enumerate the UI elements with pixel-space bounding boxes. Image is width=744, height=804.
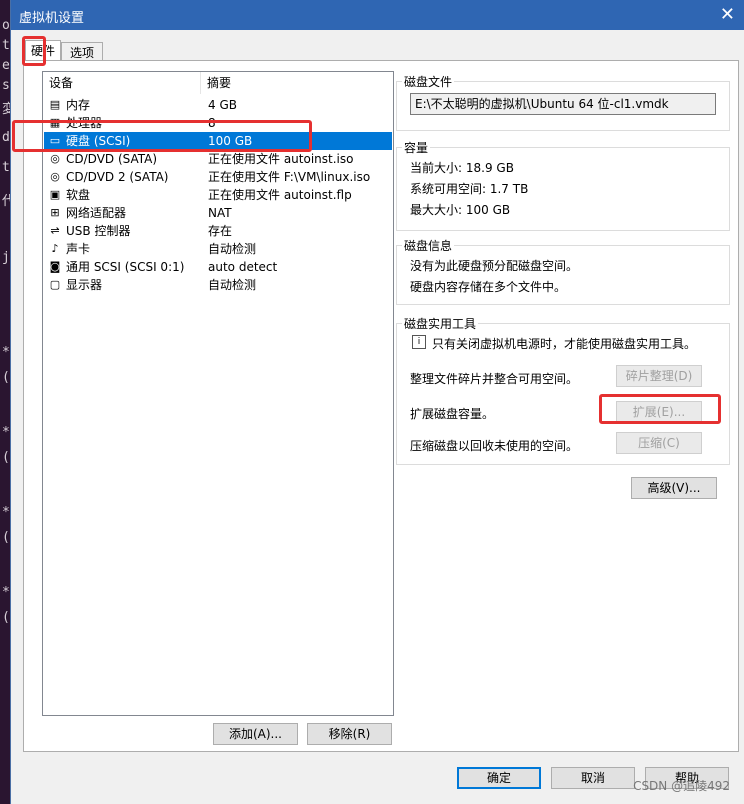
defrag-button[interactable]: 碎片整理(D) (616, 365, 702, 387)
ok-button[interactable]: 确定 (457, 767, 541, 789)
device-name: 网络适配器 (66, 206, 127, 220)
device-row[interactable]: ◎ CD/DVD 2 (SATA) 正在使用文件 F:\VM\linux.iso (44, 168, 392, 186)
terminal-char: t (2, 38, 10, 53)
terminal-char: * (2, 425, 10, 440)
terminal-char: ( (2, 610, 10, 625)
disk-info-line1: 没有为此硬盘预分配磁盘空间。 (410, 259, 579, 273)
terminal-char: ( (2, 530, 10, 545)
column-header-device[interactable]: 设备 (43, 72, 201, 94)
disk-info-line2: 硬盘内容存储在多个文件中。 (410, 280, 567, 294)
compact-button[interactable]: 压缩(C) (616, 432, 702, 454)
device-row[interactable]: ◎ CD/DVD (SATA) 正在使用文件 autoinst.iso (44, 150, 392, 168)
terminal-char: e (2, 58, 10, 73)
device-summary: 自动检测 (208, 242, 257, 256)
terminal-char: d (2, 130, 10, 145)
floppy-icon: ▣ (49, 188, 61, 201)
close-icon[interactable]: ✕ (720, 4, 735, 25)
disk-file-title: 磁盘文件 (402, 73, 455, 90)
device-summary: 正在使用文件 autoinst.flp (208, 188, 352, 202)
sound-card-icon: ♪ (51, 242, 59, 255)
terminal-char: * (2, 585, 10, 600)
device-row[interactable]: ▣ 软盘 正在使用文件 autoinst.flp (44, 186, 392, 204)
network-adapter-icon: ⊞ (50, 206, 60, 219)
current-size-text: 当前大小: 18.9 GB (410, 161, 514, 175)
capacity-title: 容量 (402, 139, 431, 156)
terminal-char: o (2, 18, 10, 33)
terminal-char: * (2, 345, 10, 360)
device-summary: NAT (208, 206, 232, 220)
title-bar[interactable]: 虚拟机设置 ✕ (11, 0, 744, 30)
terminal-char: t (2, 160, 10, 175)
annotation-box-hard-disk (12, 120, 312, 152)
device-summary: 存在 (208, 224, 233, 238)
display-icon: ▢ (49, 278, 61, 291)
device-row[interactable]: ▤ 内存 4 GB (44, 96, 392, 114)
cancel-button[interactable]: 取消 (551, 767, 635, 789)
watermark: CSDN @追陵492 (633, 779, 730, 793)
terminal-char: ( (2, 370, 10, 385)
dialog-title: 虚拟机设置 (19, 11, 85, 26)
terminal-char: * (2, 505, 10, 520)
disk-info-title: 磁盘信息 (402, 237, 455, 254)
disk-utilities-title: 磁盘实用工具 (402, 315, 479, 332)
memory-icon: ▤ (49, 98, 61, 111)
max-size-text: 最大大小: 100 GB (410, 203, 511, 217)
usb-controller-icon: ⇌ (50, 224, 60, 237)
device-name: CD/DVD (SATA) (66, 152, 158, 166)
device-summary: auto detect (208, 260, 278, 274)
device-row[interactable]: ◙ 通用 SCSI (SCSI 0:1) auto detect (44, 258, 392, 276)
terminal-char: s (2, 78, 10, 93)
device-row[interactable]: ▢ 显示器 自动检测 (44, 276, 392, 294)
annotation-box-hardware-tab (22, 36, 46, 66)
defrag-label: 整理文件碎片并整合可用空间。 (410, 372, 579, 386)
device-row[interactable]: ⊞ 网络适配器 NAT (44, 204, 392, 222)
advanced-button[interactable]: 高级(V)... (631, 477, 717, 499)
disk-info-group (396, 245, 730, 305)
column-header-summary[interactable]: 摘要 (201, 72, 393, 94)
device-name: 声卡 (66, 242, 91, 256)
device-row[interactable]: ♪ 声卡 自动检测 (44, 240, 392, 258)
device-summary: 正在使用文件 autoinst.iso (208, 152, 354, 166)
remove-button[interactable]: 移除(R) (307, 723, 392, 745)
device-summary: 自动检测 (208, 278, 257, 292)
device-name: CD/DVD 2 (SATA) (66, 170, 169, 184)
annotation-box-expand (599, 394, 721, 424)
info-icon: i (412, 335, 426, 349)
device-name: 内存 (66, 98, 91, 112)
terminal-char: ( (2, 450, 10, 465)
device-name: USB 控制器 (66, 224, 131, 238)
device-summary: 4 GB (208, 98, 237, 112)
device-row[interactable]: ⇌ USB 控制器 存在 (44, 222, 392, 240)
add-button[interactable]: 添加(A)... (213, 723, 298, 745)
disk-file-path-field[interactable]: E:\不太聪明的虚拟机\Ubuntu 64 位-cl1.vmdk (410, 93, 716, 115)
terminal-char: j (2, 250, 10, 265)
compact-label: 压缩磁盘以回收未使用的空间。 (410, 439, 579, 453)
available-space-text: 系统可用空间: 1.7 TB (410, 182, 529, 196)
device-name: 软盘 (66, 188, 91, 202)
cd-dvd-icon: ◎ (50, 170, 60, 183)
device-summary: 正在使用文件 F:\VM\linux.iso (208, 170, 371, 184)
utilities-note: 只有关闭虚拟机电源时，才能使用磁盘实用工具。 (432, 337, 697, 351)
device-name: 通用 SCSI (SCSI 0:1) (66, 260, 185, 274)
expand-label: 扩展磁盘容量。 (410, 407, 495, 421)
cd-dvd-icon: ◎ (50, 152, 60, 165)
device-list[interactable]: 设备 摘要 ▤ 内存 4 GB ▦ 处理器 8 ▭ 硬盘 (SCSI) 100 GB ◎ CD/DV… (42, 71, 394, 716)
scsi-icon: ◙ (49, 260, 61, 273)
device-name: 显示器 (66, 278, 103, 292)
